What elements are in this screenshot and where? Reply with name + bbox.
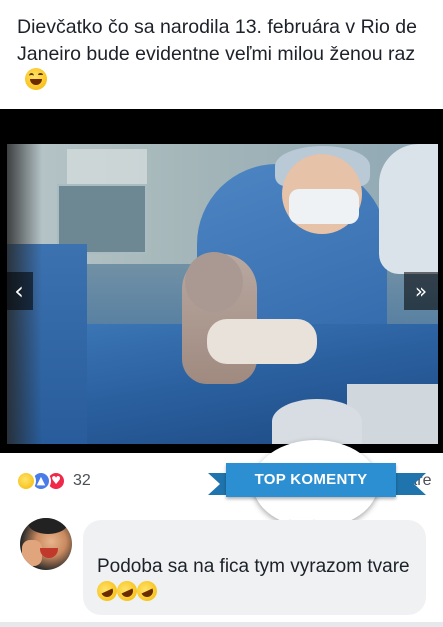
previous-photo-button[interactable]: ‹: [5, 272, 33, 310]
haha-icon: [16, 471, 36, 491]
laughing-emoji-icon: [25, 68, 47, 90]
reactions-summary[interactable]: ▲ ♥ 32: [16, 470, 91, 492]
reaction-count: 32: [73, 472, 91, 489]
post-photo[interactable]: [7, 144, 438, 444]
post-caption-text: Dievčatko čo sa narodila 13. februára v …: [17, 16, 417, 65]
post-caption: Dievčatko čo sa narodila 13. februára v …: [17, 14, 427, 95]
commenter-avatar[interactable]: [20, 518, 72, 570]
photo-viewer[interactable]: ‹ »: [0, 109, 443, 453]
bottom-divider: [0, 622, 443, 627]
rofl-emoji-icon: [133, 577, 161, 605]
next-photo-button[interactable]: »: [404, 272, 438, 310]
top-comments-label: TOP KOMENTY: [226, 463, 396, 497]
comment-body: Podoba sa na fica tym vyrazom tvare: [97, 556, 410, 577]
comment-text: Podoba sa na fica tym vyrazom tvare: [93, 554, 417, 606]
